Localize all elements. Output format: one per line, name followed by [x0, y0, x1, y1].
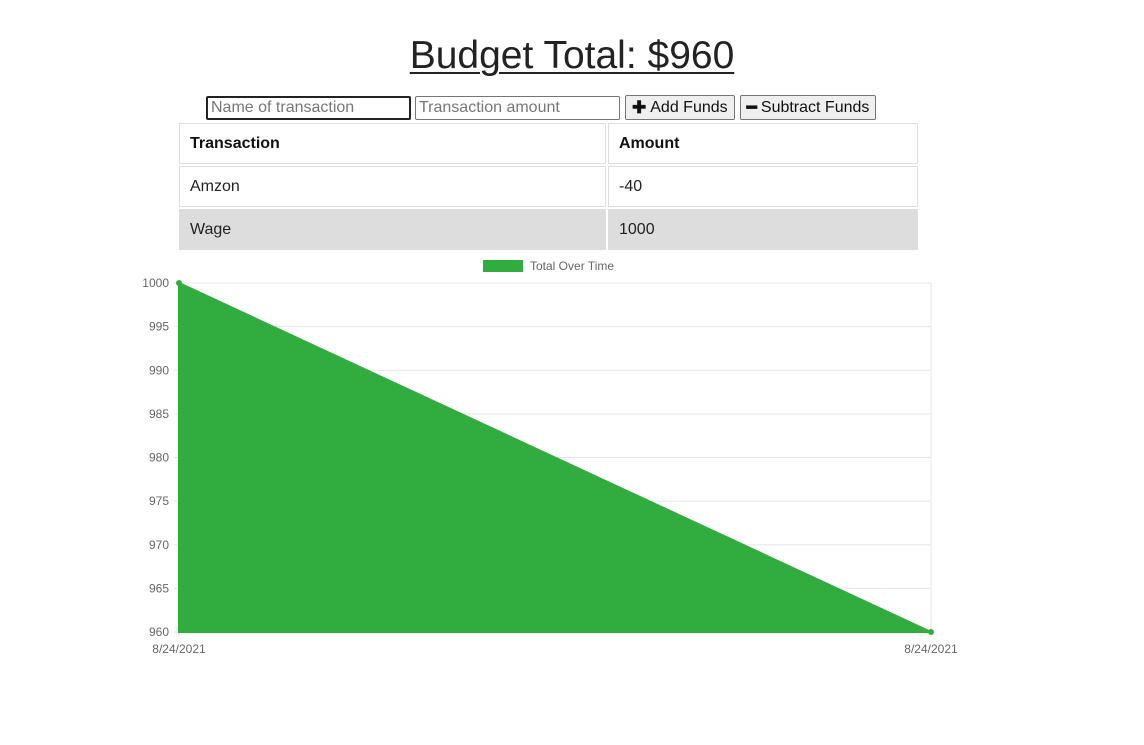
transactions-table: Transaction Amount Amzon -40 Wage 1000 — [177, 121, 920, 252]
subtract-funds-label: Subtract Funds — [760, 98, 870, 116]
chart-legend: Total Over Time — [483, 259, 614, 273]
table-row: Amzon -40 — [179, 166, 918, 207]
data-point — [176, 280, 182, 286]
x-tick-label: 8/24/2021 — [152, 642, 206, 656]
y-tick-label: 965 — [149, 581, 169, 595]
data-point — [928, 629, 934, 635]
legend-label: Total Over Time — [530, 259, 614, 273]
budget-total-title: Budget Total: $960 — [409, 34, 735, 77]
minus-icon: ━ — [746, 98, 757, 117]
column-header-amount: Amount — [608, 123, 918, 164]
table-row: Wage 1000 — [179, 209, 918, 250]
y-tick-label: 960 — [149, 625, 169, 639]
legend-swatch — [483, 260, 523, 272]
transaction-amount-cell: -40 — [608, 166, 918, 207]
transaction-name-cell: Wage — [179, 209, 606, 250]
add-funds-button[interactable]: ✚ Add Funds — [625, 95, 735, 120]
x-tick-label: 8/24/2021 — [904, 642, 958, 656]
budget-page: Budget Total: $960 ✚ Add Funds ━ Subtrac… — [0, 0, 1144, 745]
y-tick-label: 970 — [149, 538, 169, 552]
y-tick-label: 990 — [149, 363, 169, 377]
y-tick-label: 1000 — [142, 276, 169, 290]
transaction-name-cell: Amzon — [179, 166, 606, 207]
table-header-row: Transaction Amount — [179, 123, 918, 164]
column-header-transaction: Transaction — [179, 123, 606, 164]
y-tick-label: 975 — [149, 494, 169, 508]
transaction-name-input[interactable] — [206, 95, 411, 120]
add-funds-label: Add Funds — [650, 98, 728, 116]
subtract-funds-button[interactable]: ━ Subtract Funds — [739, 95, 877, 120]
plus-icon: ✚ — [632, 98, 647, 117]
total-over-time-chart: 1000 995 990 985 980 975 970 965 960 8/24/2021 8/2… — [142, 259, 958, 656]
transaction-amount-cell: 1000 — [608, 209, 918, 250]
transaction-form: ✚ Add Funds ━ Subtract Funds — [206, 95, 877, 120]
y-tick-label: 995 — [149, 320, 169, 334]
transaction-amount-input[interactable] — [415, 95, 620, 120]
y-tick-label: 980 — [149, 451, 169, 465]
y-tick-label: 985 — [149, 407, 169, 421]
